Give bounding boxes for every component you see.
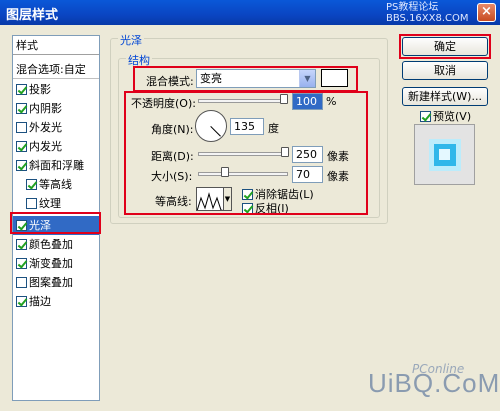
- contour-curve-icon: [197, 192, 223, 210]
- cancel-button[interactable]: 取消: [402, 61, 488, 80]
- bevel-emboss-checkbox[interactable]: [16, 160, 27, 171]
- style-item-label: 纹理: [39, 197, 61, 210]
- size-slider-track[interactable]: [198, 172, 288, 176]
- chevron-down-icon: ▼: [299, 70, 315, 87]
- angle-label: 角度(N):: [151, 123, 194, 136]
- size-slider-thumb[interactable]: [221, 167, 229, 177]
- antialias-checkbox[interactable]: [242, 189, 253, 200]
- satin-group-title: 光泽: [118, 32, 144, 48]
- opacity-input[interactable]: 100: [292, 93, 323, 110]
- distance-label: 距离(D):: [151, 150, 194, 163]
- title-bar[interactable]: 图层样式 PS教程论坛 BBS.16XX8.COM ×: [0, 0, 500, 25]
- angle-dial[interactable]: [195, 110, 227, 142]
- style-item-label: 渐变叠加: [29, 257, 73, 270]
- distance-unit: 像素: [327, 150, 349, 163]
- angle-dial-hand: [210, 126, 221, 137]
- style-item-label: 颜色叠加: [29, 238, 73, 251]
- style-item-label: 描边: [29, 295, 51, 308]
- stroke-checkbox[interactable]: [16, 296, 27, 307]
- drop-shadow-checkbox[interactable]: [16, 84, 27, 95]
- style-item-inner-glow[interactable]: 内发光: [13, 137, 99, 156]
- opacity-slider-thumb[interactable]: [280, 94, 288, 104]
- preview-checkbox[interactable]: [420, 111, 431, 122]
- style-item-gradient-overlay[interactable]: 渐变叠加: [13, 254, 99, 273]
- size-unit: 像素: [327, 170, 349, 183]
- watermark-url: BBS.16XX8.COM: [386, 13, 469, 24]
- style-item-pattern-overlay[interactable]: 图案叠加: [13, 273, 99, 292]
- style-item-bevel-emboss[interactable]: 斜面和浮雕: [13, 156, 99, 175]
- styles-list: 样式 混合选项:自定 投影 内阴影 外发光 内发光 斜面和浮雕 等高线 纹理 光…: [12, 35, 100, 401]
- style-item-drop-shadow[interactable]: 投影: [13, 80, 99, 99]
- style-item-label: 图案叠加: [29, 276, 73, 289]
- inner-glow-checkbox[interactable]: [16, 141, 27, 152]
- preview-label: 预览(V): [433, 110, 472, 123]
- new-style-button[interactable]: 新建样式(W)...: [402, 87, 488, 106]
- close-button[interactable]: ×: [477, 3, 496, 22]
- structure-group-title: 结构: [126, 52, 152, 68]
- satin-checkbox[interactable]: [16, 220, 27, 231]
- blending-options-item[interactable]: 混合选项:自定: [13, 60, 99, 79]
- style-item-texture[interactable]: 纹理: [13, 194, 99, 213]
- style-item-stroke[interactable]: 描边: [13, 292, 99, 311]
- style-item-label: 等高线: [39, 178, 72, 191]
- style-item-outer-glow[interactable]: 外发光: [13, 118, 99, 137]
- texture-checkbox[interactable]: [26, 198, 37, 209]
- layer-style-dialog: 图层样式 PS教程论坛 BBS.16XX8.COM × 样式 混合选项:自定 投…: [0, 0, 500, 411]
- outer-glow-checkbox[interactable]: [16, 122, 27, 133]
- opacity-slider-track[interactable]: [198, 99, 288, 103]
- style-item-inner-shadow[interactable]: 内阴影: [13, 99, 99, 118]
- invert-checkbox[interactable]: [242, 203, 253, 214]
- style-item-label: 内发光: [29, 140, 62, 153]
- contour-checkbox[interactable]: [26, 179, 37, 190]
- opacity-unit: %: [326, 95, 337, 108]
- inner-shadow-checkbox[interactable]: [16, 103, 27, 114]
- preview-swatch: [429, 139, 461, 171]
- style-item-color-overlay[interactable]: 颜色叠加: [13, 235, 99, 254]
- style-item-label: 投影: [29, 83, 51, 96]
- style-item-label: 光泽: [29, 219, 51, 232]
- style-item-satin[interactable]: 光泽: [13, 216, 99, 235]
- style-item-label: 斜面和浮雕: [29, 159, 84, 172]
- invert-option[interactable]: 反相(I): [242, 200, 289, 216]
- size-input[interactable]: 70: [292, 166, 323, 183]
- site-logo: UiBQ.CoM: [368, 368, 500, 398]
- distance-input[interactable]: 250: [292, 146, 323, 163]
- style-preview-thumbnail: [414, 124, 475, 185]
- size-label: 大小(S):: [151, 170, 193, 183]
- style-item-label: 内阴影: [29, 102, 62, 115]
- style-item-label: 外发光: [29, 121, 62, 134]
- blend-mode-label: 混合模式:: [146, 75, 194, 88]
- color-overlay-checkbox[interactable]: [16, 239, 27, 250]
- blend-mode-value: 变亮: [200, 72, 222, 85]
- contour-dropdown-arrow[interactable]: ▼: [223, 187, 232, 211]
- gradient-overlay-checkbox[interactable]: [16, 258, 27, 269]
- styles-header[interactable]: 样式: [13, 36, 99, 55]
- blend-mode-select[interactable]: 变亮 ▼: [196, 69, 316, 88]
- contour-label: 等高线:: [155, 195, 192, 208]
- angle-input[interactable]: 135: [230, 118, 264, 135]
- satin-color-swatch[interactable]: [321, 69, 348, 87]
- invert-label: 反相(I): [255, 202, 289, 215]
- distance-slider-track[interactable]: [198, 152, 288, 156]
- opacity-label: 不透明度(O):: [131, 97, 196, 110]
- window-title: 图层样式: [6, 8, 59, 23]
- contour-preview[interactable]: [196, 187, 224, 211]
- style-item-contour[interactable]: 等高线: [13, 175, 99, 194]
- angle-unit: 度: [268, 122, 279, 135]
- ok-button[interactable]: 确定: [402, 37, 488, 56]
- watermark-text: PS教程论坛: [386, 2, 439, 13]
- pattern-overlay-checkbox[interactable]: [16, 277, 27, 288]
- preview-option[interactable]: 预览(V): [420, 108, 471, 124]
- distance-slider-thumb[interactable]: [281, 147, 289, 157]
